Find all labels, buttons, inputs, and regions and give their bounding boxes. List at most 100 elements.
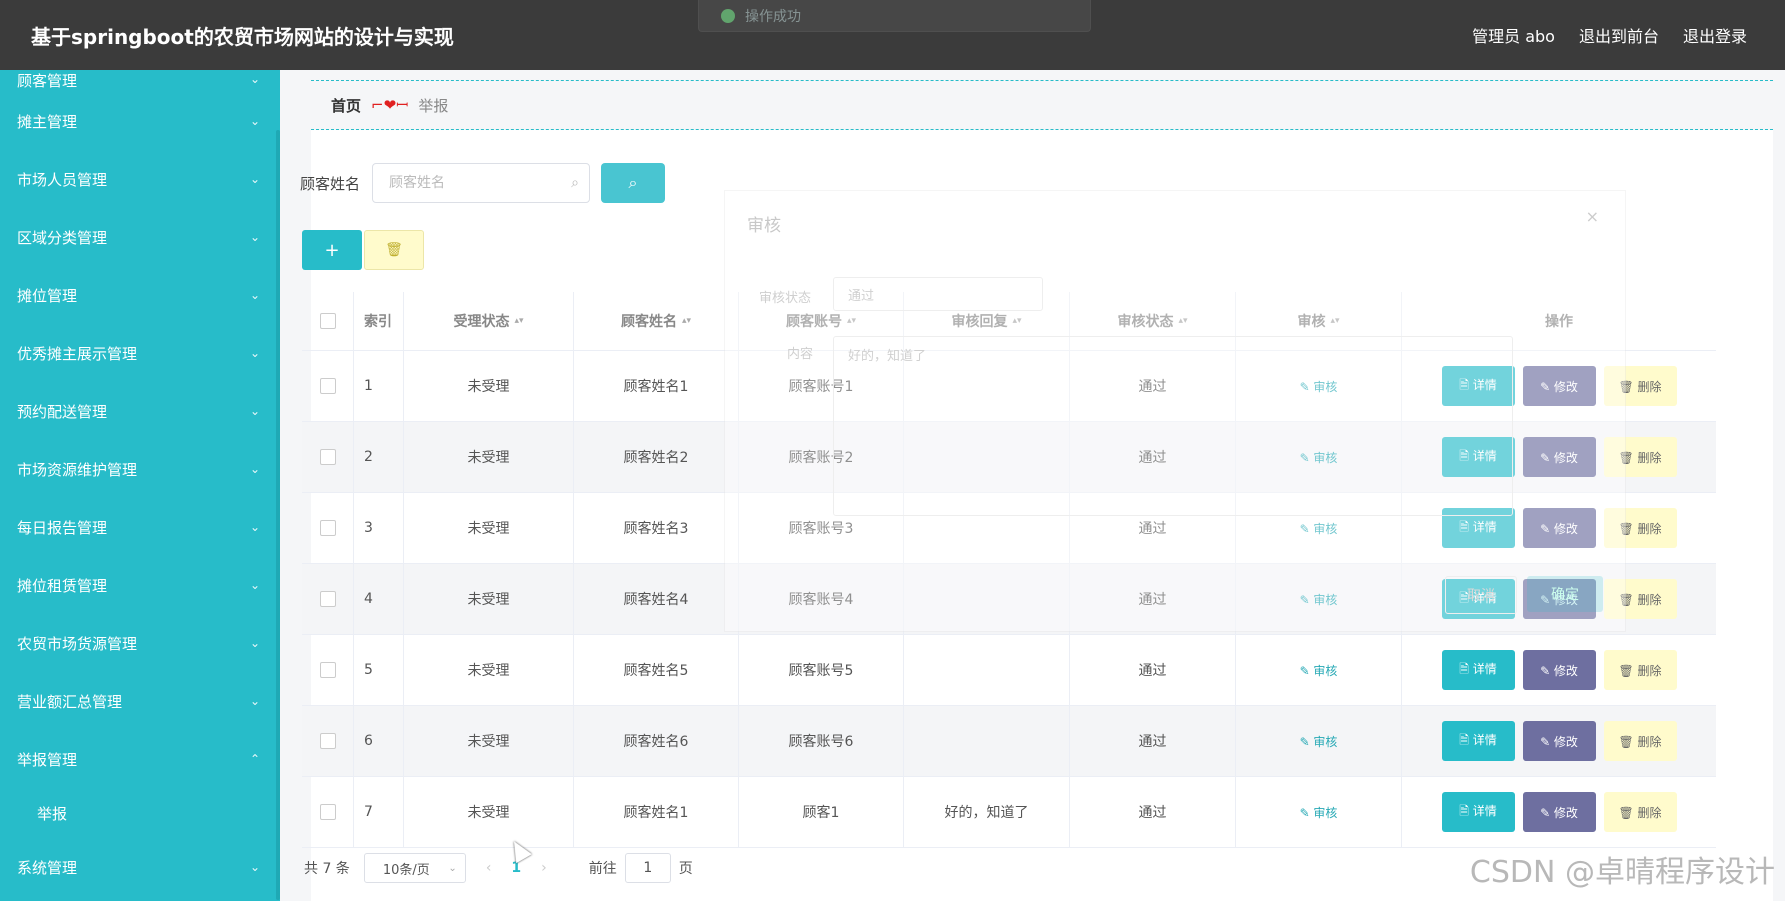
sidebar-subitem-report[interactable]: 举报 [0,788,280,838]
audit-link[interactable]: ✎ 审核 [1300,662,1338,679]
row-select-cell [302,706,354,776]
sidebar-item-excellent-owner[interactable]: 优秀摊主展示管理 ⌄ [0,324,280,382]
delete-button[interactable]: 🗑 删除 [1603,366,1677,406]
column-header[interactable]: 顾客账号 ▴▾ [739,292,904,350]
table-row[interactable]: 1 未受理 顾客姓名1 顾客账号1 通过 ✎ 审核 🗎 详情 ✎ 修改 🗑 删除 [302,351,1716,422]
header-audit-reply: 审核回复 [951,314,1008,330]
table-row[interactable]: 6 未受理 顾客姓名6 顾客账号6 通过 ✎ 审核 🗎 详情 ✎ 修改 🗑 删除 [302,706,1716,777]
sidebar-item-area-category[interactable]: 区域分类管理 ⌄ [0,208,280,266]
audit-link[interactable]: ✎ 审核 [1300,449,1338,466]
table-row[interactable]: 2 未受理 顾客姓名2 顾客账号2 通过 ✎ 审核 🗎 详情 ✎ 修改 🗑 删除 [302,422,1716,493]
edit-button[interactable]: ✎ 修改 [1522,721,1596,761]
edit-button[interactable]: ✎ 修改 [1522,579,1596,619]
cell-audit-reply [904,564,1070,634]
chevron-down-icon: ⌄ [249,230,260,244]
search-button[interactable]: ⌕ [601,163,666,203]
audit-link[interactable]: ✎ 审核 [1300,520,1338,537]
row-checkbox[interactable] [319,733,336,749]
delete-button[interactable]: 🗑 删除 [1603,508,1677,548]
logout-link[interactable]: 退出登录 [1683,23,1747,47]
sidebar-item-stall-rental[interactable]: 摊位租赁管理 ⌄ [0,556,280,614]
row-checkbox[interactable] [319,520,336,536]
table-row[interactable]: 3 未受理 顾客姓名3 顾客账号3 通过 ✎ 审核 🗎 详情 ✎ 修改 🗑 删除 [302,493,1716,564]
detail-button[interactable]: 🗎 详情 [1441,437,1515,477]
table-row[interactable]: 5 未受理 顾客姓名5 顾客账号5 通过 ✎ 审核 🗎 详情 ✎ 修改 🗑 删除 [302,635,1716,706]
prev-page-button[interactable]: ‹ [486,860,492,876]
sidebar-item-daily-report[interactable]: 每日报告管理 ⌄ [0,498,280,556]
cell-accept-status: 未受理 [404,493,574,563]
detail-button[interactable]: 🗎 详情 [1441,579,1515,619]
audit-link[interactable]: ✎ 审核 [1300,733,1338,750]
column-header[interactable]: 审核回复 ▴▾ [904,292,1070,350]
delete-button[interactable]: 🗑 删除 [1603,650,1677,690]
edit-button[interactable]: ✎ 修改 [1522,508,1596,548]
sidebar-item-revenue[interactable]: 营业额汇总管理 ⌄ [0,672,280,730]
next-page-button[interactable]: › [541,860,547,876]
edit-button[interactable]: ✎ 修改 [1522,366,1596,406]
audit-link[interactable]: ✎ 审核 [1300,378,1338,395]
detail-button[interactable]: 🗎 详情 [1441,366,1515,406]
sidebar-item-delivery[interactable]: 预约配送管理 ⌄ [0,382,280,440]
edit-button[interactable]: ✎ 修改 [1522,650,1596,690]
sort-icon[interactable]: ▴▾ [847,316,856,326]
sidebar-item-supply[interactable]: 农贸市场货源管理 ⌄ [0,614,280,672]
sidebar-item-resource[interactable]: 市场资源维护管理 ⌄ [0,440,280,498]
cell-accept-status: 未受理 [404,422,574,492]
search-label: 顾客姓名 [300,174,361,193]
cell-actions: 🗎 详情 ✎ 修改 🗑 删除 [1402,564,1716,634]
delete-button[interactable]: 🗑 删除 [1603,792,1677,832]
delete-button[interactable]: 🗑 删除 [1603,437,1677,477]
delete-button[interactable]: 🗑 删除 [1603,579,1677,619]
cell-audit-reply [904,706,1070,776]
goto-page-input[interactable]: 1 [624,853,671,883]
cell-actions: 🗎 详情 ✎ 修改 🗑 删除 [1402,351,1716,421]
row-checkbox[interactable] [319,591,336,607]
edit-button[interactable]: ✎ 修改 [1522,792,1596,832]
sidebar-item-label: 农贸市场货源管理 [17,634,138,653]
audit-link[interactable]: ✎ 审核 [1300,591,1338,608]
row-checkbox[interactable] [319,804,336,820]
row-checkbox[interactable] [319,378,336,394]
table-header-row: 索引 受理状态 ▴▾ 顾客姓名 ▴▾ 顾客账号 ▴▾ 审核回复 ▴▾ 审核状态 ▴▾ 审核… [302,292,1716,351]
breadcrumb-home[interactable]: 首页 [331,95,361,116]
cell-audit-reply [904,493,1070,563]
detail-button[interactable]: 🗎 详情 [1441,650,1515,690]
row-checkbox[interactable] [319,449,336,465]
sort-icon[interactable]: ▴▾ [682,316,691,326]
sidebar-item-market-staff[interactable]: 市场人员管理 ⌄ [0,150,280,208]
column-header[interactable]: 受理状态 ▴▾ [404,292,574,350]
sidebar-item-label: 系统管理 [17,858,78,877]
sort-icon[interactable]: ▴▾ [1330,316,1339,326]
detail-button[interactable]: 🗎 详情 [1441,721,1515,761]
back-to-front-link[interactable]: 退出到前台 [1579,23,1659,47]
audit-link[interactable]: ✎ 审核 [1300,804,1338,821]
sidebar-item-report-mgmt[interactable]: 举报管理 ⌃ [0,730,280,788]
sidebar-item-customer[interactable]: 顾客管理 ⌄ [0,70,280,92]
edit-button[interactable]: ✎ 修改 [1522,437,1596,477]
sort-icon[interactable]: ▴▾ [514,316,523,326]
sidebar-item-system[interactable]: 系统管理 ⌄ [0,838,280,896]
search-input[interactable] [387,174,552,192]
column-header: 索引 [354,292,404,350]
table-row[interactable]: 4 未受理 顾客姓名4 顾客账号4 通过 ✎ 审核 🗎 详情 ✎ 修改 🗑 删除 [302,564,1716,635]
sort-icon[interactable]: ▴▾ [1178,316,1187,326]
row-checkbox[interactable] [319,662,336,678]
current-user[interactable]: 管理员 abo [1472,23,1555,47]
sort-icon[interactable]: ▴▾ [1012,316,1021,326]
add-button[interactable]: + [302,230,362,270]
select-all-checkbox[interactable] [319,313,336,329]
detail-button[interactable]: 🗎 详情 [1441,792,1515,832]
sidebar-item-stall[interactable]: 摊位管理 ⌄ [0,266,280,324]
cell-customer-name: 顾客姓名6 [574,706,739,776]
batch-delete-button[interactable]: 🗑 [364,230,424,270]
column-header[interactable]: 审核状态 ▴▾ [1070,292,1236,350]
delete-button[interactable]: 🗑 删除 [1603,721,1677,761]
column-header[interactable]: 审核 ▴▾ [1236,292,1402,350]
detail-button[interactable]: 🗎 详情 [1441,508,1515,548]
sidebar-item-stall-owner[interactable]: 摊主管理 ⌄ [0,92,280,150]
search-field-wrapper: ⌕ [372,163,591,203]
page-size-select[interactable]: 10条/页 ⌄ [363,853,466,883]
table-row[interactable]: 7 未受理 顾客姓名1 顾客1 好的，知道了 通过 ✎ 审核 🗎 详情 ✎ 修改 🗑 删除 [302,777,1716,848]
column-header[interactable]: 顾客姓名 ▴▾ [574,292,739,350]
header-actions: 管理员 abo 退出到前台 退出登录 [1472,23,1747,47]
